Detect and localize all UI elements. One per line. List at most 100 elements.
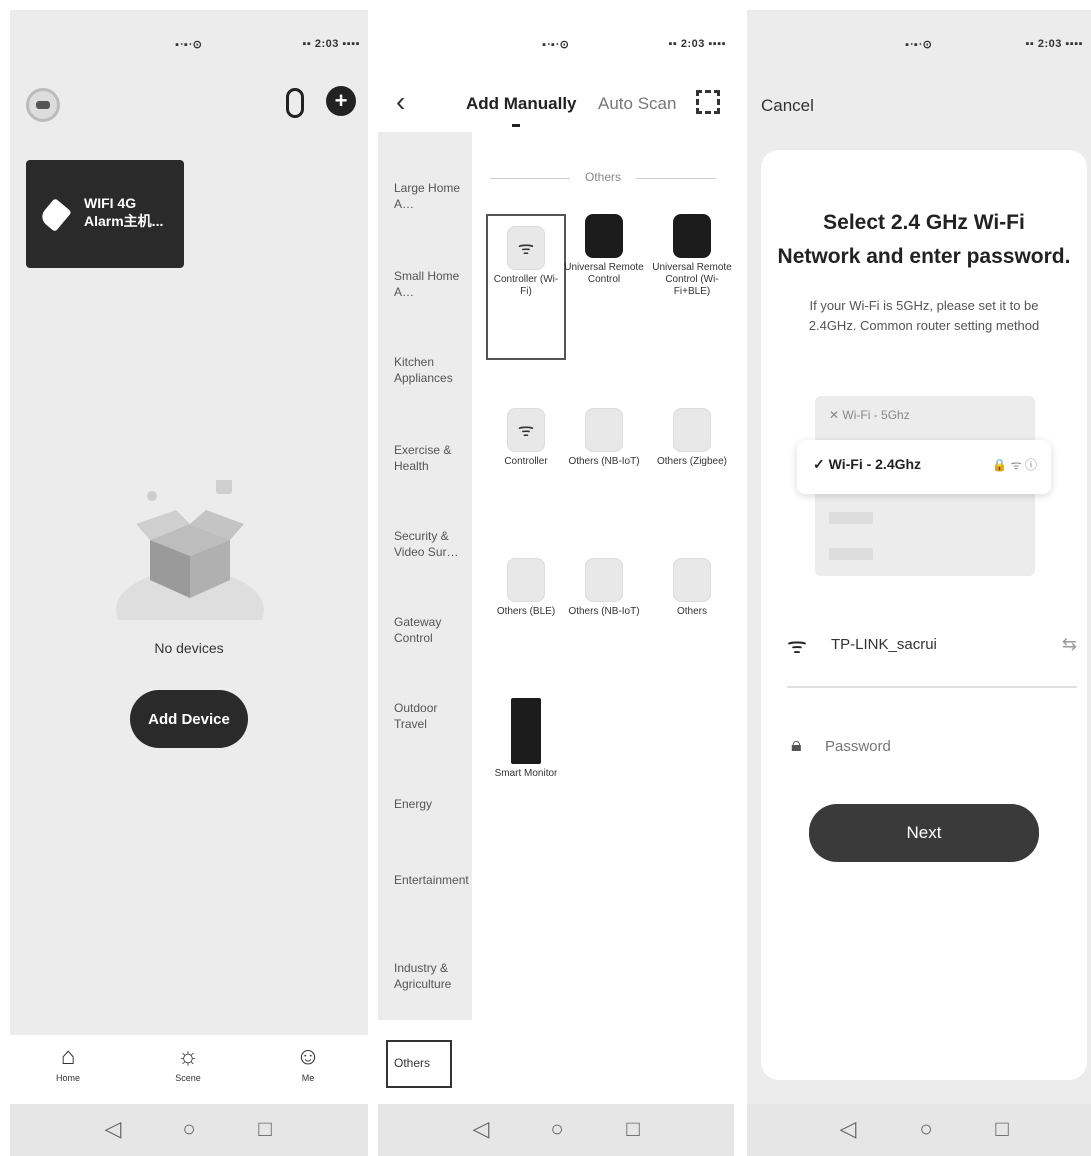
category-item[interactable]: Large Home A… — [394, 180, 464, 212]
device-type-item[interactable]: Others (NB-IoT) — [564, 558, 644, 618]
category-item[interactable]: Outdoor Travel — [394, 700, 464, 732]
empty-box-illustration — [116, 480, 264, 620]
next-button[interactable]: Next — [809, 804, 1039, 862]
home-icon: ⌂ — [60, 1043, 76, 1070]
category-item[interactable]: Security & Video Sur… — [394, 528, 464, 560]
wifi-24g-icons: 🔒 ᯤ ⓘ — [992, 458, 1037, 472]
title-line1: Select 2.4 GHz Wi-Fi — [823, 211, 1025, 234]
cancel-link[interactable]: Cancel — [761, 96, 814, 116]
tab-me-label: Me — [301, 1073, 315, 1083]
home-avatar-icon[interactable] — [26, 88, 60, 122]
remote-icon — [673, 214, 711, 258]
tab-auto-scan[interactable]: Auto Scan — [598, 94, 676, 114]
wifi-24g-row: ✓ Wi-Fi - 2.4Ghz 🔒 ᯤ ⓘ — [797, 440, 1051, 494]
status-bar: ▪ᐧ▪ᐧ⊙ ▪▪ 2:03 ▪▪▪▪ — [10, 38, 368, 58]
status-bar: ▪ᐧ▪ᐧ⊙ ▪▪ 2:03 ▪▪▪▪ — [747, 38, 1091, 58]
device-type-label: Others (NB-IoT) — [568, 606, 640, 617]
device-type-label: Others (Zigbee) — [656, 456, 728, 467]
category-item[interactable]: Energy — [394, 796, 464, 812]
ssid-field[interactable]: ᯤ TP-LINK_sacrui ⇆ — [787, 628, 1077, 688]
wifi-24g-label: ✓ Wi-Fi - 2.4Ghz — [813, 456, 922, 472]
device-type-label: Controller (Wi-Fi) — [493, 274, 559, 297]
microphone-icon[interactable] — [286, 88, 304, 118]
phone-home-screen: ▪ᐧ▪ᐧ⊙ ▪▪ 2:03 ▪▪▪▪ + WIFI 4G Alarm主机... … — [10, 10, 368, 1156]
section-header: Others — [490, 170, 716, 184]
back-nav-icon[interactable]: ◁ — [98, 1116, 128, 1142]
add-icon[interactable]: + — [326, 86, 356, 116]
profile-icon: ☺ — [295, 1043, 321, 1070]
device-type-label: Controller — [504, 456, 548, 467]
device-type-item[interactable]: Universal Remote Control (Wi-Fi+BLE) — [652, 214, 732, 298]
device-type-label: Others (NB-IoT) — [568, 456, 640, 467]
tab-scene-label: Scene — [175, 1073, 201, 1083]
device-type-label: Smart Monitor — [494, 768, 558, 779]
back-arrow-icon[interactable]: ‹ — [396, 86, 405, 118]
wifi-setup-card: Select 2.4 GHz Wi-Fi Network and enter p… — [761, 150, 1087, 1080]
category-item[interactable]: Entertainment — [394, 872, 469, 888]
device-icon — [585, 558, 623, 602]
no-devices-text: No devices — [154, 640, 224, 656]
phone-wifi-setup-screen: ▪ᐧ▪ᐧ⊙ ▪▪ 2:03 ▪▪▪▪ Cancel Select 2.4 GHz… — [747, 10, 1091, 1156]
ssid-value: TP-LINK_sacrui — [831, 636, 937, 653]
wifi-icon: ᯤ — [787, 633, 808, 658]
remote-icon — [585, 214, 623, 258]
system-nav-bar: ◁ ○ □ — [10, 1104, 368, 1156]
home-nav-icon[interactable]: ○ — [174, 1116, 204, 1142]
device-type-item[interactable]: Others (NB-IoT) — [564, 408, 644, 468]
category-item[interactable]: Gateway Control — [394, 614, 464, 646]
tag-icon — [38, 197, 72, 233]
category-item[interactable]: Small Home A… — [394, 268, 464, 300]
tab-me[interactable]: ☺ Me — [278, 1043, 338, 1083]
device-type-item[interactable]: Smart Monitor — [486, 698, 566, 780]
category-sidebar: Large Home A… Small Home A… Kitchen Appl… — [378, 132, 472, 1020]
recent-nav-icon[interactable]: □ — [250, 1116, 280, 1142]
back-nav-icon[interactable]: ◁ — [833, 1116, 863, 1142]
device-type-item[interactable]: Others (BLE) — [486, 558, 566, 618]
banner-line1: WIFI 4G — [84, 195, 137, 211]
wifi-hint-text[interactable]: If your Wi-Fi is 5GHz, please set it to … — [785, 296, 1063, 336]
device-type-item[interactable]: ᯤ Controller (Wi-Fi) — [486, 214, 566, 360]
system-nav-bar: ◁ ○ □ — [747, 1104, 1091, 1156]
tab-home[interactable]: ⌂ Home — [38, 1043, 98, 1083]
category-item[interactable]: Industry & Agriculture — [394, 960, 464, 992]
status-bar: ▪ᐧ▪ᐧ⊙ ▪▪ 2:03 ▪▪▪▪ — [378, 38, 734, 58]
device-type-label: Universal Remote Control — [564, 262, 644, 285]
password-input[interactable] — [825, 730, 1045, 762]
back-nav-icon[interactable]: ◁ — [466, 1116, 496, 1142]
tab-add-manually[interactable]: Add Manually — [466, 94, 577, 127]
device-banner-card[interactable]: WIFI 4G Alarm主机... — [26, 160, 184, 268]
add-device-header: ‹ Add Manually Auto Scan — [378, 80, 734, 140]
home-nav-icon[interactable]: ○ — [542, 1116, 572, 1142]
status-right: ▪▪ 2:03 ▪▪▪▪ — [668, 38, 726, 50]
device-type-item[interactable]: Universal Remote Control — [564, 214, 644, 286]
add-device-button[interactable]: Add Device — [130, 690, 248, 748]
system-nav-bar: ◁ ○ □ — [378, 1104, 734, 1156]
banner-line2: Alarm主机... — [84, 213, 164, 229]
recent-nav-icon[interactable]: □ — [618, 1116, 648, 1142]
device-type-label: Others (BLE) — [496, 606, 556, 617]
device-icon — [507, 558, 545, 602]
tab-scene[interactable]: ☼ Scene — [158, 1043, 218, 1083]
home-nav-icon[interactable]: ○ — [911, 1116, 941, 1142]
device-icon — [585, 408, 623, 452]
switch-network-icon[interactable]: ⇆ — [1062, 634, 1077, 655]
status-right: ▪▪ 2:03 ▪▪▪▪ — [1025, 38, 1083, 50]
wifi-icon: ᯤ — [507, 226, 545, 270]
tab-home-label: Home — [55, 1073, 80, 1083]
device-type-item[interactable]: Others — [652, 558, 732, 618]
category-item[interactable]: Exercise & Health — [394, 442, 464, 474]
title-line2: Network and enter password. — [777, 245, 1071, 268]
device-type-item[interactable]: ᯤ Controller — [486, 408, 566, 468]
scan-icon[interactable] — [696, 90, 720, 114]
wifi-5g-row: ✕ Wi-Fi - 5Ghz — [829, 408, 910, 422]
device-type-label: Others — [676, 606, 707, 617]
monitor-icon — [511, 698, 541, 764]
device-type-item[interactable]: Others (Zigbee) — [652, 408, 732, 468]
category-item-others-selected[interactable]: Others — [386, 1040, 452, 1088]
placeholder-bar — [829, 512, 873, 524]
category-item[interactable]: Kitchen Appliances — [394, 354, 464, 386]
device-icon — [673, 558, 711, 602]
password-field[interactable]: 🔒︎ — [791, 730, 1061, 766]
page-title: Select 2.4 GHz Wi-Fi Network and enter p… — [761, 206, 1087, 274]
recent-nav-icon[interactable]: □ — [987, 1116, 1017, 1142]
